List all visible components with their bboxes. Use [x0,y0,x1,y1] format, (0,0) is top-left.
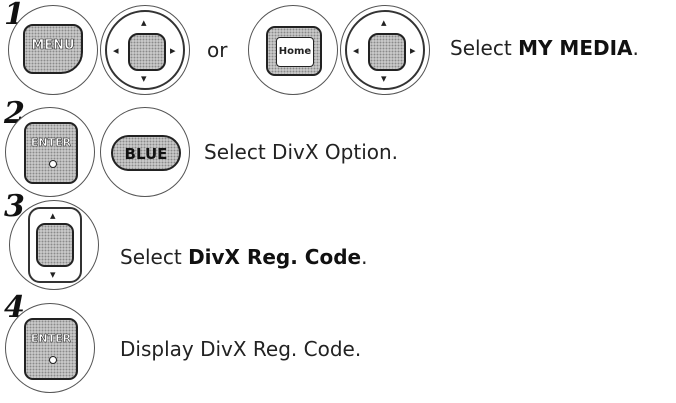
instruction-prefix: Select [120,245,189,269]
home-icon: Home [276,37,314,67]
enter-button-label: ENTER [30,136,72,150]
step-4-instruction: Display DivX Reg. Code. [120,337,362,361]
enter-button-label: ENTER [30,332,72,346]
nav-pad-circle: ▴ ▾ ◂ ▸ [340,5,430,95]
enter-key-circle: ENTER [5,107,95,197]
nav-ok-button[interactable] [368,33,406,71]
enter-button[interactable]: ENTER [24,318,78,380]
navigation-pad-vertical[interactable]: ▴ ▾ [28,207,82,283]
navigation-pad[interactable]: ▴ ▾ ◂ ▸ [345,10,425,90]
menu-button-label: MENU [31,38,75,54]
step-3-instruction: Select DivX Reg. Code. [120,245,367,269]
arrow-left-icon[interactable]: ◂ [113,45,119,56]
arrow-up-icon[interactable]: ▴ [50,210,56,221]
arrow-left-icon[interactable]: ◂ [353,45,359,56]
arrow-right-icon[interactable]: ▸ [410,45,416,56]
step-2-instruction: Select DivX Option. [204,140,399,164]
blue-button[interactable]: BLUE [111,135,181,171]
step-1-instruction: Select MY MEDIA. [450,36,639,60]
arrow-up-icon[interactable]: ▴ [141,17,147,28]
home-key-circle: Home [248,5,338,95]
arrow-up-icon[interactable]: ▴ [381,17,387,28]
enter-button[interactable]: ENTER [24,122,78,184]
arrow-down-icon[interactable]: ▾ [141,73,147,84]
nav-ok-button[interactable] [36,223,74,267]
arrow-down-icon[interactable]: ▾ [381,73,387,84]
blue-key-circle: BLUE [100,107,190,197]
nav-ok-button[interactable] [128,33,166,71]
or-label: or [207,38,228,62]
nav-pad-circle: ▴ ▾ [9,200,99,290]
menu-key-circle: MENU [8,5,98,95]
nav-pad-circle: ▴ ▾ ◂ ▸ [100,5,190,95]
arrow-right-icon[interactable]: ▸ [170,45,176,56]
navigation-pad[interactable]: ▴ ▾ ◂ ▸ [105,10,185,90]
instruction-emphasis: MY MEDIA [518,36,633,60]
enter-key-circle: ENTER [5,303,95,393]
instruction-emphasis: DivX Reg. Code [188,245,362,269]
enter-dot-icon [49,160,57,168]
instruction-suffix: . [361,245,368,269]
menu-button[interactable]: MENU [23,24,83,74]
instruction-suffix: . [632,36,639,60]
arrow-down-icon[interactable]: ▾ [50,269,56,280]
home-button[interactable]: Home [266,26,322,76]
home-button-label: Home [278,46,312,57]
instruction-prefix: Select [450,36,519,60]
enter-dot-icon [49,356,57,364]
blue-button-label: BLUE [124,145,168,163]
